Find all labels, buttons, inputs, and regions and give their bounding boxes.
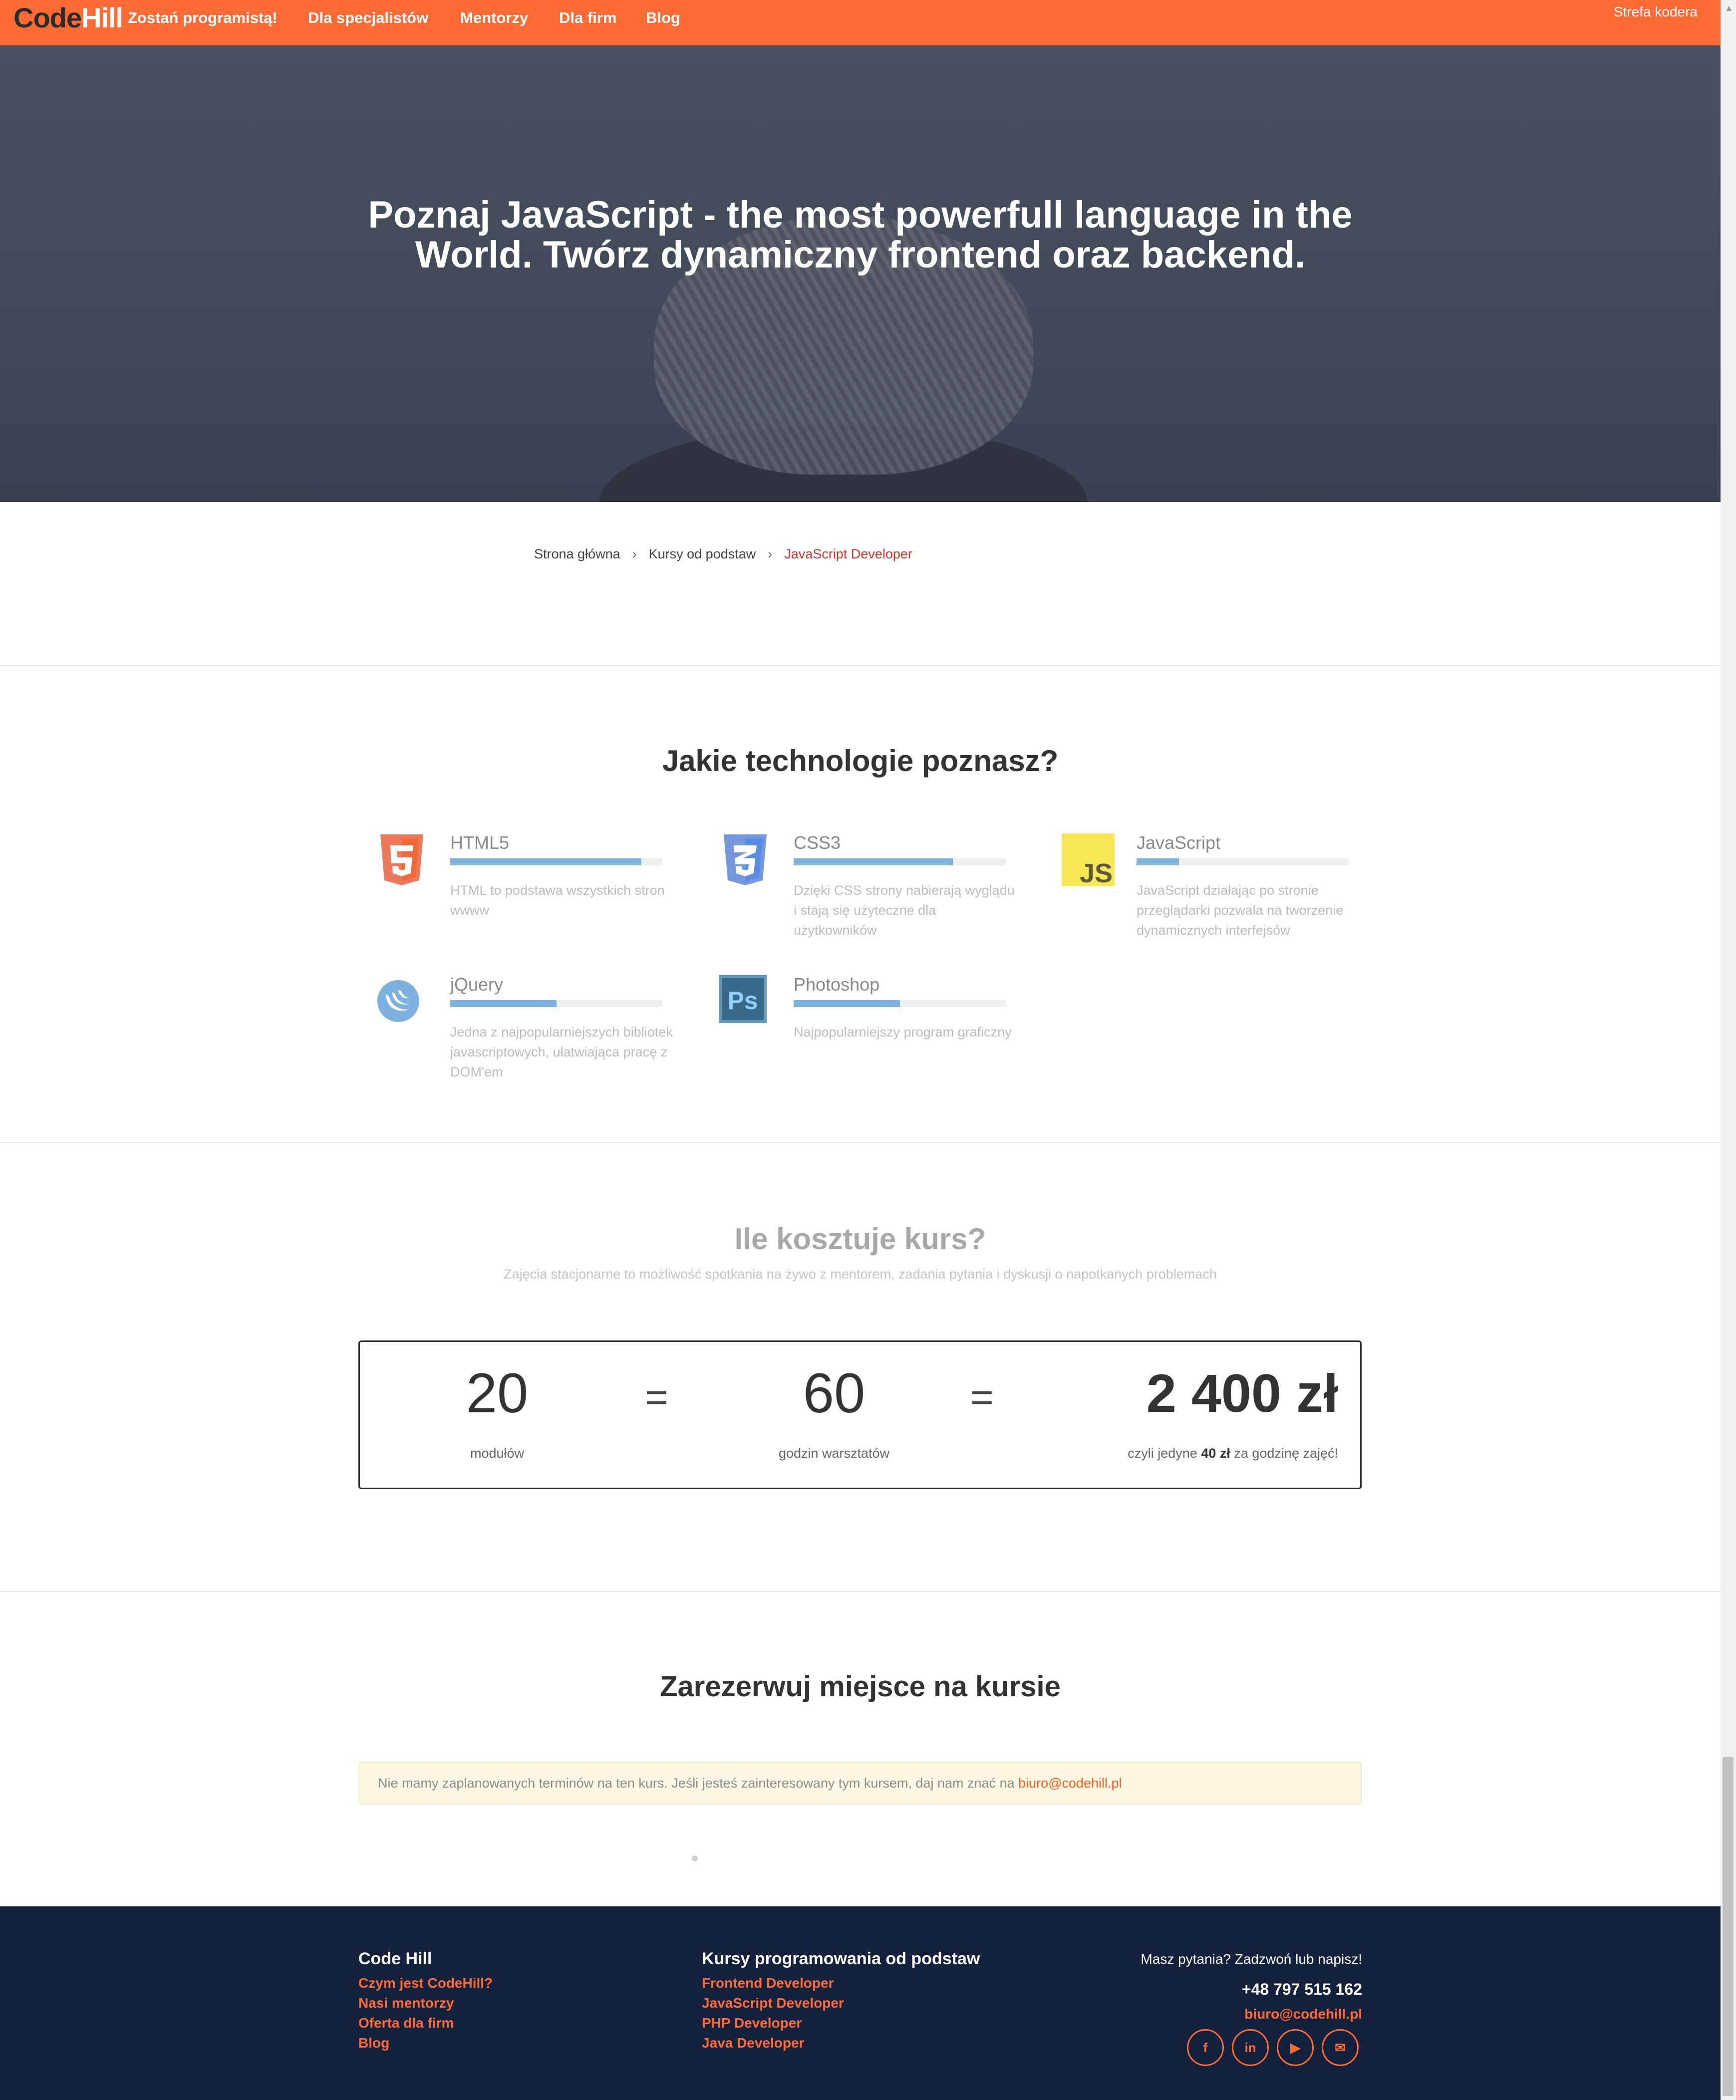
technologies-title: Jakie technologie poznasz? bbox=[662, 744, 1059, 778]
equals-sign: = bbox=[970, 1375, 994, 1419]
notice-text: Nie mamy zaplanowanych terminów na ten k… bbox=[378, 1776, 1019, 1791]
breadcrumb-current: JavaScript Developer bbox=[784, 546, 912, 561]
breadcrumb: Strona główna › Kursy od podstaw › JavaScrip… bbox=[534, 546, 912, 562]
section-divider bbox=[0, 1142, 1721, 1143]
reservation-title: Zarezerwuj miejsce na kursie bbox=[660, 1670, 1061, 1703]
price-label-post: za godzinę zajęć! bbox=[1230, 1446, 1338, 1461]
hero-banner: Poznaj JavaScript - the most powerfull l… bbox=[0, 45, 1721, 502]
breadcrumb-kursy[interactable]: Kursy od podstaw bbox=[649, 546, 756, 561]
svg-text:JS: JS bbox=[1080, 858, 1113, 887]
tech-progress-fill bbox=[450, 1000, 557, 1007]
codehill-logo[interactable]: CodeHill bbox=[13, 3, 123, 33]
tech-progress-fill bbox=[794, 858, 953, 865]
notice-email-link[interactable]: biuro@codehill.pl bbox=[1018, 1776, 1122, 1791]
contact-prompt: Masz pytania? Zadzwoń lub napisz! bbox=[1141, 1951, 1362, 1967]
scroll-up-arrow-icon[interactable]: ▲ bbox=[1725, 3, 1734, 13]
modules-label: modułów bbox=[470, 1446, 525, 1461]
page-scrollbar-thumb[interactable] bbox=[1723, 1757, 1734, 2096]
footer-link-javascript[interactable]: JavaScript Developer bbox=[702, 1995, 844, 2011]
course-price: 2 400 zł bbox=[1146, 1363, 1338, 1423]
tech-name: Photoshop bbox=[794, 974, 880, 995]
price-per-hour-label: czyli jedyne 40 zł za godzinę zajęć! bbox=[1039, 1446, 1338, 1461]
equals-sign: = bbox=[645, 1375, 668, 1419]
tech-description: Jedna z najpopularniejszych bibliotek ja… bbox=[450, 1025, 673, 1079]
footer-link-oferta[interactable]: Oferta dla firm bbox=[358, 2015, 454, 2031]
pricing-title: Ile kosztuje kurs? bbox=[734, 1222, 986, 1256]
tech-item-css3: CSS3 Dzięki CSS strony nabierają wyglądu… bbox=[718, 832, 1017, 962]
facebook-icon[interactable]: f bbox=[1187, 2029, 1224, 2066]
tech-description: HTML to podstawa wszystkich stron wwww bbox=[450, 883, 665, 918]
tech-name: jQuery bbox=[450, 974, 504, 995]
breadcrumb-separator: › bbox=[768, 546, 773, 561]
contact-phone[interactable]: +48 797 515 162 bbox=[1242, 1980, 1362, 1999]
photoshop-icon: Ps bbox=[719, 975, 767, 1023]
logo-part-hill: Hill bbox=[81, 2, 123, 33]
section-divider bbox=[0, 665, 1721, 666]
tech-progress-bar bbox=[794, 858, 1006, 865]
hero-title-line-2: World. Twórz dynamiczny frontend oraz ba… bbox=[415, 234, 1306, 276]
tech-progress-fill bbox=[1137, 858, 1179, 865]
footer-link-frontend[interactable]: Frontend Developer bbox=[702, 1975, 834, 1991]
tech-item-javascript: JS JavaScript JavaScript działając po st… bbox=[1061, 832, 1360, 962]
footer-link-php[interactable]: PHP Developer bbox=[702, 2015, 802, 2031]
tech-item-photoshop: Ps Photoshop Najpopularniejszy program g… bbox=[718, 974, 1017, 1104]
contact-email[interactable]: biuro@codehill.pl bbox=[1244, 2006, 1362, 2022]
nav-dla-firm[interactable]: Dla firm bbox=[559, 8, 616, 28]
modules-count: 20 bbox=[466, 1362, 529, 1424]
envelope-icon[interactable]: ✉ bbox=[1322, 2029, 1359, 2066]
hours-count: 60 bbox=[803, 1362, 866, 1424]
html5-icon bbox=[380, 834, 423, 885]
loader-dot bbox=[692, 1855, 698, 1861]
nav-dla-specjalistow[interactable]: Dla specjalistów bbox=[308, 8, 428, 28]
hero-title: Poznaj JavaScript - the most powerfull l… bbox=[0, 195, 1721, 275]
tech-progress-fill bbox=[794, 1000, 900, 1007]
tech-progress-bar bbox=[1137, 858, 1349, 865]
pricing-box: 20 modułów = 60 godzin warsztatów = 2 40… bbox=[358, 1340, 1362, 1489]
price-label-pre: czyli jedyne bbox=[1128, 1446, 1201, 1461]
tech-progress-fill bbox=[450, 858, 641, 865]
breadcrumb-separator: › bbox=[632, 546, 637, 561]
tech-progress-bar bbox=[450, 858, 662, 865]
footer-link-java[interactable]: Java Developer bbox=[702, 2035, 804, 2051]
top-navbar: CodeHill Zostań programistą! Dla specjal… bbox=[0, 0, 1721, 45]
javascript-icon: JS bbox=[1062, 833, 1115, 887]
price-per-hour: 40 zł bbox=[1201, 1446, 1230, 1461]
tech-item-html5: HTML5 HTML to podstawa wszystkich stron … bbox=[374, 832, 674, 962]
footer-link-mentorzy[interactable]: Nasi mentorzy bbox=[358, 1995, 454, 2011]
nav-blog[interactable]: Blog bbox=[646, 8, 680, 28]
strefa-kodera-link[interactable]: Strefa kodera bbox=[1614, 4, 1698, 20]
tech-description: JavaScript działając po stronie przegląd… bbox=[1137, 883, 1344, 938]
tech-progress-bar bbox=[794, 1000, 1006, 1007]
css3-icon bbox=[724, 834, 767, 885]
tech-name: JavaScript bbox=[1137, 832, 1221, 853]
nav-zostan-programista[interactable]: Zostań programistą! bbox=[128, 8, 278, 28]
jquery-icon bbox=[377, 980, 419, 1022]
tech-description: Najpopularniejszy program graficzny bbox=[794, 1025, 1012, 1040]
pricing-subtitle: Zajęcia stacjonarne to możliwość spotkan… bbox=[504, 1267, 1217, 1282]
nav-mentorzy[interactable]: Mentorzy bbox=[460, 8, 528, 28]
logo-part-code: Code bbox=[13, 2, 82, 33]
no-dates-notice: Nie mamy zaplanowanych terminów na ten k… bbox=[358, 1762, 1362, 1805]
hero-title-line-1: Poznaj JavaScript - the most powerfull l… bbox=[368, 194, 1353, 236]
section-divider bbox=[0, 1591, 1721, 1592]
footer-courses-heading: Kursy programowania od podstaw bbox=[702, 1949, 980, 1968]
linkedin-icon[interactable]: in bbox=[1232, 2029, 1269, 2066]
footer: Code Hill Czym jest CodeHill? Nasi mento… bbox=[0, 1906, 1721, 2100]
footer-link-czym-jest[interactable]: Czym jest CodeHill? bbox=[358, 1975, 493, 1991]
hours-label: godzin warsztatów bbox=[778, 1446, 890, 1461]
svg-text:Ps: Ps bbox=[727, 987, 758, 1015]
tech-description: Dzięki CSS strony nabierają wyglądu i st… bbox=[794, 883, 1015, 938]
tech-name: CSS3 bbox=[794, 832, 841, 853]
footer-codehill-heading: Code Hill bbox=[358, 1949, 432, 1968]
tech-progress-bar bbox=[450, 1000, 662, 1007]
tech-name: HTML5 bbox=[450, 832, 510, 853]
footer-link-blog[interactable]: Blog bbox=[358, 2035, 389, 2051]
tech-item-jquery: jQuery Jedna z najpopularniejszych bibli… bbox=[374, 974, 674, 1104]
breadcrumb-home[interactable]: Strona główna bbox=[534, 546, 620, 561]
youtube-icon[interactable]: ▶ bbox=[1277, 2029, 1314, 2066]
